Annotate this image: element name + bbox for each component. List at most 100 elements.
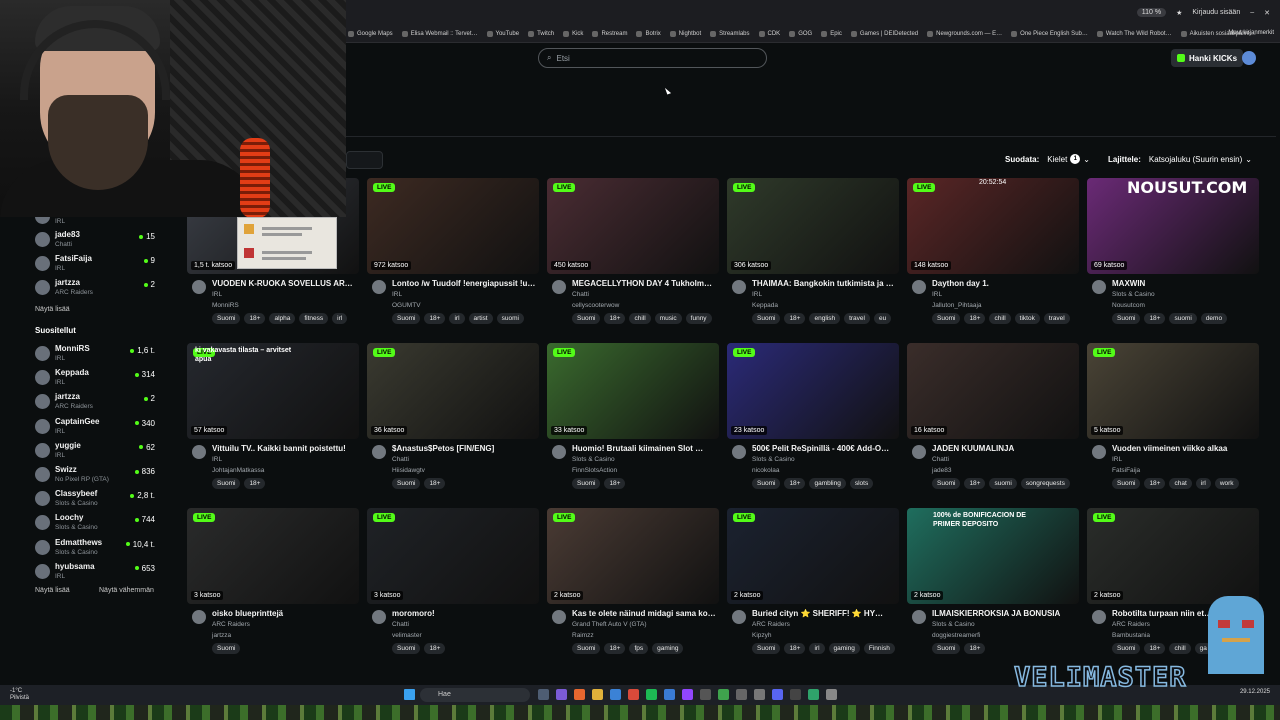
tag-chip[interactable]: Suomi [752,643,781,654]
channel-name[interactable]: jade83 [932,467,952,474]
bookmark-item[interactable]: YouTube [486,31,519,37]
close-icon[interactable]: ✕ [1264,9,1270,17]
tag-chip[interactable]: 18+ [244,478,266,489]
avatar[interactable] [1092,610,1106,624]
weather-widget[interactable]: -1°C Pilvistä [10,688,29,702]
stream-card[interactable]: LIVE 3 katsoo moromoro! Chatti velimaster Suo… [367,508,539,668]
stream-category[interactable]: Chatti [572,291,589,298]
tag-chip[interactable]: irl [332,313,348,324]
show-more-link[interactable]: Näytä lisää [35,587,70,594]
tag-chip[interactable]: 18+ [964,478,986,489]
stream-thumbnail[interactable]: 69 katsoo NOUSUT.COM [1087,178,1259,274]
stream-title[interactable]: MEGACELLYTHON DAY 4 Tukholm… [572,279,717,288]
tag-chip[interactable]: eu [873,313,892,324]
show-more-link[interactable]: Näytä lisää [35,306,70,313]
sidebar-channel-item[interactable]: jade83 Chatti 15 [27,229,160,251]
stream-category[interactable]: IRL [392,291,402,298]
tag-chip[interactable]: music [654,313,682,324]
tag-chip[interactable]: suomi [1169,313,1197,324]
stream-category[interactable]: IRL [932,291,942,298]
stream-category[interactable]: Chatti [392,456,409,463]
channel-name[interactable]: Nousutcom [1112,302,1145,309]
channel-name[interactable]: doggiestreamerfi [932,632,980,639]
sidebar-channel-item[interactable]: jartzza ARC Raiders 2 [27,391,160,413]
taskbar-clock[interactable]: 29.12.2025 [1240,689,1270,696]
sidebar-channel-item[interactable]: hyubsama IRL 653 [27,561,160,583]
stream-category[interactable]: IRL [1112,456,1122,463]
chrome-icon[interactable] [628,689,639,700]
tag-chip[interactable]: 18+ [604,313,626,324]
tag-chip[interactable]: slots [849,478,874,489]
user-avatar[interactable] [1242,51,1256,65]
bookmark-item[interactable]: GOG [789,31,812,37]
tag-chip[interactable]: work [1214,478,1239,489]
channel-name[interactable]: Keppada [752,302,778,309]
stream-category[interactable]: Grand Theft Auto V (GTA) [572,621,647,628]
avatar[interactable] [192,445,206,459]
stream-title[interactable]: oisko blueprinttejä [212,609,357,618]
avatar[interactable] [732,445,746,459]
sidebar-channel-item[interactable]: jartzza ARC Raiders 2 [27,277,160,299]
stream-thumbnail[interactable]: 16 katsoo [907,343,1079,439]
sidebar-channel-item[interactable]: Swizz No Pixel RP (GTA) 836 [27,464,160,486]
channel-name[interactable]: Hiisidawgtv [392,467,425,474]
tag-chip[interactable]: Suomi [932,643,961,654]
stream-thumbnail[interactable]: LIVE 33 katsoo [547,343,719,439]
stream-thumbnail[interactable]: LIVE 2 katsoo [547,508,719,604]
stream-title[interactable]: Kas te olete näinud midagi sama ko… [572,609,717,618]
avatar[interactable] [192,610,206,624]
stream-category[interactable]: Slots & Casino [1112,291,1155,298]
channel-name[interactable]: velimaster [392,632,422,639]
category-filter-box[interactable] [346,151,383,169]
stream-card[interactable]: LIVE 972 katsoo Lontoo /w Tuudolf !energia… [367,178,539,338]
tag-chip[interactable]: 18+ [424,643,446,654]
stream-card[interactable]: LIVE 306 katsoo THAIMAA: Bangkokin tutkimi… [727,178,899,338]
stream-card[interactable]: LIVE 5 katsoo Vuoden viimeinen viikko alka… [1087,343,1259,503]
store-icon[interactable] [610,689,621,700]
stream-title[interactable]: Lontoo /w Tuudolf !energiapussit !u… [392,279,537,288]
tag-chip[interactable]: Suomi [572,643,601,654]
avatar[interactable] [372,280,386,294]
tag-chip[interactable]: Suomi [1112,313,1141,324]
channel-name[interactable]: Kipzyh [752,632,772,639]
settings-icon[interactable] [736,689,747,700]
tag-chip[interactable]: chill [1169,643,1191,654]
tag-chip[interactable]: gaming [828,643,860,654]
stream-card[interactable]: LIVE 148 katsoo 20:52:54 Daython day 1. IRL J… [907,178,1079,338]
bookmark-item[interactable]: Google Maps [348,31,393,37]
sidebar-channel-item[interactable]: FatsiFaija IRL 9 [27,253,160,275]
firefox-icon[interactable] [574,689,585,700]
tag-chip[interactable]: english [809,313,841,324]
stream-thumbnail[interactable]: LIVE 2 katsoo [727,508,899,604]
tag-chip[interactable]: Suomi [392,478,421,489]
stream-category[interactable]: ARC Raiders [212,621,250,628]
tag-chip[interactable]: 18+ [784,643,806,654]
tag-chip[interactable]: 18+ [604,643,626,654]
stream-title[interactable]: $Anastus$Petos [FIN/ENG] [392,444,537,453]
bookmark-item[interactable]: Restream [592,31,627,37]
channel-name[interactable]: FinnSlotsAction [572,467,617,474]
avatar[interactable] [732,610,746,624]
stream-title[interactable]: moromoro! [392,609,537,618]
bookmark-item[interactable]: Games | DEIDetected [850,31,918,37]
channel-name[interactable]: MonniRS [212,302,239,309]
task-view-icon[interactable] [538,689,549,700]
avatar[interactable] [912,445,926,459]
tag-chip[interactable]: 18+ [424,313,446,324]
tag-chip[interactable]: Suomi [392,313,421,324]
minimize-icon[interactable]: – [1250,9,1254,16]
avatar[interactable] [912,280,926,294]
tag-chip[interactable]: fitness [299,313,329,324]
stream-category[interactable]: ARC Raiders [752,621,790,628]
stream-thumbnail[interactable]: LIVE 450 katsoo [547,178,719,274]
avatar[interactable] [912,610,926,624]
sidebar-channel-item[interactable]: Loochy Slots & Casino 744 [27,512,160,534]
tag-chip[interactable]: Suomi [932,313,961,324]
stream-thumbnail[interactable]: LIVE 148 katsoo 20:52:54 [907,178,1079,274]
stream-category[interactable]: Slots & Casino [932,621,975,628]
channel-name[interactable]: cellyscooterwow [572,302,619,309]
windows-start-icon[interactable] [404,689,415,700]
tag-chip[interactable]: gaming [652,643,684,654]
avatar[interactable] [552,280,566,294]
stream-card[interactable]: LIVE 33 katsoo Huomio! Brutaali kiimainen … [547,343,719,503]
